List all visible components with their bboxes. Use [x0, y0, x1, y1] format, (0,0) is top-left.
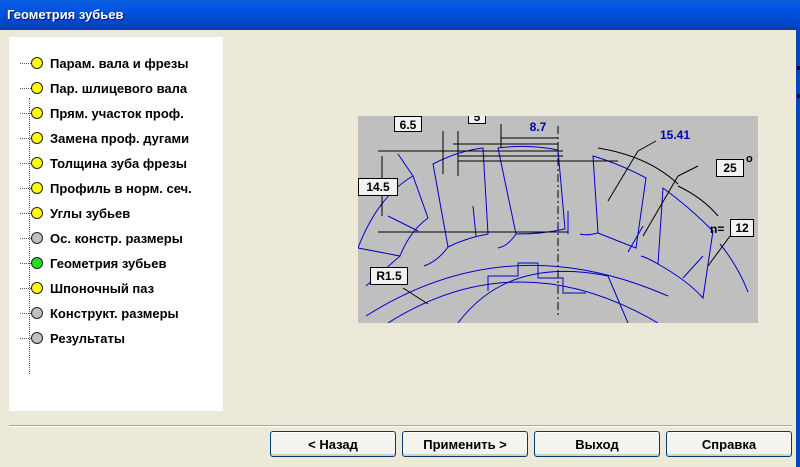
status-circle-icon — [31, 332, 43, 344]
tree-item[interactable]: Результаты — [20, 329, 125, 347]
tree-item-label: Прям. участок проф. — [50, 105, 184, 121]
tree-connector — [20, 187, 31, 189]
tree-item[interactable]: Углы зубьев — [20, 204, 130, 222]
status-circle-icon — [31, 282, 43, 294]
window-title: Геометрия зубьев — [7, 7, 124, 22]
tree-item-label: Шпоночный паз — [50, 280, 155, 296]
tree-connector — [20, 287, 31, 289]
status-circle-icon — [31, 307, 43, 319]
apply-button[interactable]: Применить > — [402, 431, 528, 457]
tree-item[interactable]: Ос. констр. размеры — [20, 229, 183, 247]
gear-drawing-svg — [358, 124, 749, 323]
geometry-drawing: 6.5 5 8.7 15.41 25 o 14.5 n= 12 R1.5 — [358, 116, 758, 323]
tree-connector — [20, 262, 31, 264]
tree-connector — [20, 137, 31, 139]
tree-item-label: Замена проф. дугами — [50, 130, 190, 146]
status-circle-icon — [31, 207, 43, 219]
tree-item-label: Толщина зуба фрезы — [50, 155, 188, 171]
tree-connector — [20, 312, 31, 314]
tree-item[interactable]: Замена проф. дугами — [20, 129, 189, 147]
tree-item[interactable]: Геометрия зубьев — [20, 254, 167, 272]
dim-label-6-5: 6.5 — [394, 116, 422, 132]
tree-connector — [20, 337, 31, 339]
status-circle-icon — [31, 132, 43, 144]
tooth-count-value: 12 — [730, 219, 754, 237]
tree-connector — [20, 212, 31, 214]
status-circle-icon — [31, 82, 43, 94]
tree-item[interactable]: Толщина зуба фрезы — [20, 154, 187, 172]
tooth-count-label: n= — [710, 222, 725, 236]
status-circle-icon — [31, 182, 43, 194]
degree-symbol: o — [746, 153, 753, 165]
back-button[interactable]: < Назад — [270, 431, 396, 457]
status-circle-icon — [31, 107, 43, 119]
dim-value-8-7: 8.7 — [529, 120, 547, 134]
dim-label-r1-5: R1.5 — [370, 267, 408, 285]
status-circle-icon — [31, 57, 43, 69]
tree-item-label: Пар. шлицевого вала — [50, 80, 188, 96]
tree-item[interactable]: Конструкт. размеры — [20, 304, 179, 322]
exit-button[interactable]: Выход — [534, 431, 660, 457]
tree-item[interactable]: Парам. вала и фрезы — [20, 54, 188, 72]
tree-connector — [20, 62, 31, 64]
tree-connector — [20, 112, 31, 114]
dim-label-25: 25 — [716, 159, 744, 177]
tree-item[interactable]: Прям. участок проф. — [20, 104, 184, 122]
tree-item-label: Углы зубьев — [50, 205, 131, 221]
separator — [9, 426, 792, 427]
status-circle-icon — [31, 232, 43, 244]
tree-item[interactable]: Пар. шлицевого вала — [20, 79, 187, 97]
tree-item-label: Ос. констр. размеры — [50, 230, 183, 246]
tree-item-label: Парам. вала и фрезы — [50, 55, 189, 71]
tree-item-label: Результаты — [50, 330, 125, 346]
title-bar: Геометрия зубьев — [0, 0, 800, 30]
tree-item[interactable]: Шпоночный паз — [20, 279, 154, 297]
dim-label-14-5: 14.5 — [358, 178, 398, 196]
tree-item-label: Конструкт. размеры — [50, 305, 179, 321]
tree-connector — [20, 162, 31, 164]
tree-connector — [20, 87, 31, 89]
tree-connector — [20, 237, 31, 239]
tree-item-label: Геометрия зубьев — [50, 255, 167, 271]
dim-value-15-41: 15.41 — [659, 128, 691, 142]
tree-item[interactable]: Профиль в норм. сеч. — [20, 179, 192, 197]
status-circle-icon — [31, 257, 43, 269]
status-circle-icon — [31, 157, 43, 169]
tree-item-label: Профиль в норм. сеч. — [50, 180, 192, 196]
dim-label-5: 5 — [468, 116, 486, 124]
help-button[interactable]: Справка — [666, 431, 792, 457]
